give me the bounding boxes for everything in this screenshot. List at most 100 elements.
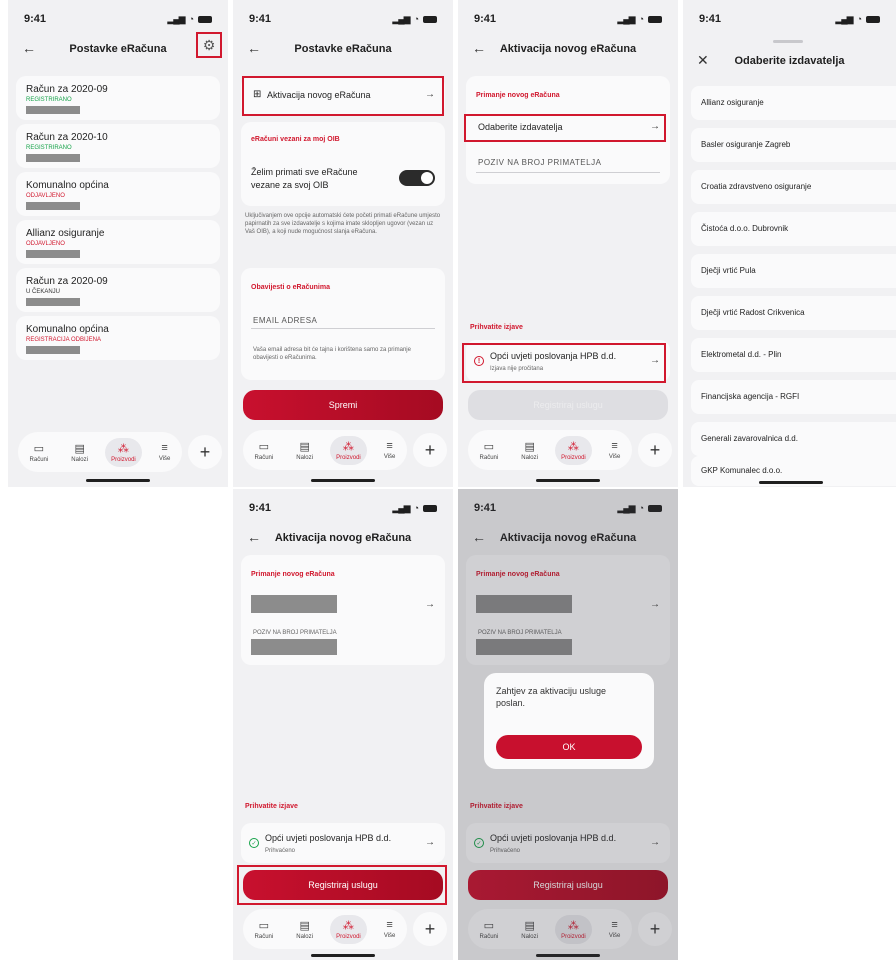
oib-toggle[interactable] <box>399 170 435 186</box>
tab-vise[interactable]: ≡ Više <box>378 436 402 464</box>
list-item[interactable]: Generali zavarovalnica d.d. <box>691 422 896 456</box>
home-indicator <box>311 954 375 957</box>
bottom-tab-bar: ▭ Računi ▤ Nalozi ⁂ Proizvodi ≡ Više <box>18 432 182 472</box>
list-item-title: Račun za 2020-10 <box>26 132 108 143</box>
list-item[interactable]: Račun za 2020-09 U ČEKANJU <box>16 268 220 312</box>
register-service-button[interactable]: Registriraj uslugu <box>468 390 668 420</box>
list-item[interactable]: Komunalno općina ODJAVLJENO <box>16 172 220 216</box>
tab-proizvodi[interactable]: ⁂ Proizvodi <box>330 435 367 465</box>
close-icon[interactable]: ✕ <box>697 52 709 69</box>
battery-icon <box>866 15 880 23</box>
masked-value <box>26 298 80 306</box>
menu-icon: ≡ <box>611 440 618 452</box>
status-bar: 9:41 ▂▄▆ ◔ <box>683 10 896 28</box>
section-title: Primanje novog eRačuna <box>476 92 560 99</box>
add-button[interactable]: + <box>413 433 447 467</box>
header: ✕ Odaberite izdavatelja <box>683 48 896 74</box>
status-badge: REGISTRACIJA ODBIJENA <box>26 337 102 343</box>
battery-icon <box>423 504 437 512</box>
list-item[interactable]: Croatia zdravstveno osiguranje <box>691 170 896 204</box>
tab-proizvodi[interactable]: ⁂ Proizvodi <box>105 437 142 467</box>
list-item[interactable]: Komunalno općina REGISTRACIJA ODBIJENA <box>16 316 220 360</box>
products-icon: ⁂ <box>342 440 354 453</box>
tab-racuni[interactable]: ▭ Računi <box>24 438 55 467</box>
terms-row[interactable]: ✓ Opći uvjeti poslovanja HPB d.d. Prihva… <box>241 823 445 863</box>
tab-racuni[interactable]: ▭ Računi <box>249 436 280 465</box>
status-time: 9:41 <box>249 502 272 514</box>
tab-nalozi[interactable]: ▤ Nalozi <box>515 436 544 465</box>
add-button[interactable]: + <box>188 435 222 469</box>
bottom-tab-bar: ▭ Računi ▤ Nalozi ⁂ Proizvodi ≡ Više <box>468 430 632 470</box>
menu-icon: ≡ <box>386 919 393 931</box>
back-arrow-icon[interactable]: ← <box>247 40 261 56</box>
list-item[interactable]: Čistoća d.o.o. Dubrovnik <box>691 212 896 246</box>
tab-vise[interactable]: ≡ Više <box>153 438 177 466</box>
back-arrow-icon[interactable]: ← <box>247 529 261 545</box>
highlight-frame <box>462 343 666 383</box>
masked-reference[interactable] <box>251 639 337 655</box>
masked-issuer[interactable] <box>251 595 337 613</box>
save-button[interactable]: Spremi <box>243 390 443 420</box>
oib-toggle-label: Želim primati sve eRačune vezane za svoj… <box>251 167 358 190</box>
signal-icon: ▂▄▆ <box>167 13 185 24</box>
oib-card: eRačuni vezani za moj OIB Želim primati … <box>241 122 445 206</box>
add-button[interactable]: + <box>638 433 672 467</box>
products-icon: ⁂ <box>342 919 354 932</box>
gear-icon[interactable]: ⚙ <box>196 32 222 58</box>
reference-number-field[interactable]: POZIV NA BROJ PRIMATELJA <box>478 158 601 167</box>
status-badge: U ČEKANJU <box>26 289 61 295</box>
list-item[interactable]: Račun za 2020-09 REGISTRIRANO <box>16 76 220 120</box>
divider <box>251 328 435 329</box>
document-icon: ▤ <box>524 440 535 453</box>
page-title: Postavke eRačuna <box>69 43 167 55</box>
list-item[interactable]: Elektrometal d.d. - Plin <box>691 338 896 372</box>
list-item[interactable]: Allianz osiguranje ODJAVLJENO <box>16 220 220 264</box>
home-indicator <box>311 479 375 482</box>
list-item[interactable]: Financijska agencija - RGFI <box>691 380 896 414</box>
highlight-frame <box>242 76 444 116</box>
tab-vise[interactable]: ≡ Više <box>378 915 402 943</box>
wifi-icon: ◔ <box>638 14 644 24</box>
screen-einvoice-settings: 9:41 ▂▄▆ ◔ ← Postavke eRačuna ⊞ Aktivacij… <box>233 0 453 487</box>
tab-nalozi[interactable]: ▤ Nalozi <box>290 915 319 944</box>
email-field[interactable]: EMAIL ADRESA <box>253 316 317 325</box>
document-icon: ▤ <box>299 919 310 932</box>
home-indicator <box>86 479 150 482</box>
highlight-frame <box>237 865 447 905</box>
list-item[interactable]: Allianz osiguranje <box>691 86 896 120</box>
list-item[interactable]: Basler osiguranje Zagreb <box>691 128 896 162</box>
list-item[interactable]: Dječji vrtić Radost Crikvenica <box>691 296 896 330</box>
signal-icon: ▂▄▆ <box>392 13 410 24</box>
masked-value <box>26 250 80 258</box>
tab-nalozi[interactable]: ▤ Nalozi <box>65 438 94 467</box>
home-indicator <box>536 479 600 482</box>
back-arrow-icon[interactable]: ← <box>22 40 36 56</box>
back-arrow-icon[interactable]: ← <box>472 40 486 56</box>
signal-icon: ▂▄▆ <box>392 502 410 513</box>
masked-value <box>26 202 80 210</box>
list-item-title: Komunalno općina <box>26 324 109 335</box>
list-item[interactable]: Račun za 2020-10 REGISTRIRANO <box>16 124 220 168</box>
tab-racuni[interactable]: ▭ Računi <box>474 436 505 465</box>
home-indicator <box>759 481 823 484</box>
battery-icon <box>423 15 437 23</box>
sheet-grabber[interactable] <box>773 40 803 43</box>
list-item[interactable]: Dječji vrtić Pula <box>691 254 896 288</box>
tab-racuni[interactable]: ▭ Računi <box>249 915 280 944</box>
menu-icon: ≡ <box>161 442 168 454</box>
tab-proizvodi[interactable]: ⁂ Proizvodi <box>330 914 367 944</box>
add-button[interactable]: + <box>413 912 447 946</box>
terms-label: Opći uvjeti poslovanja HPB d.d. <box>265 833 392 843</box>
screen-einvoice-settings-list: 9:41 ▂▄▆ ◔ ← Postavke eRačuna ⚙ Račun za … <box>8 0 228 487</box>
status-bar: 9:41 ▂▄▆ ◔ <box>233 10 453 28</box>
menu-icon: ≡ <box>386 440 393 452</box>
tab-vise[interactable]: ≡ Više <box>603 436 627 464</box>
tab-nalozi[interactable]: ▤ Nalozi <box>290 436 319 465</box>
tab-proizvodi[interactable]: ⁂ Proizvodi <box>555 435 592 465</box>
products-icon: ⁂ <box>567 440 579 453</box>
bottom-tab-bar: ▭ Računi ▤ Nalozi ⁂ Proizvodi ≡ Više <box>243 430 407 470</box>
arrow-right-icon: → <box>425 837 435 848</box>
wifi-icon: ◔ <box>413 14 419 24</box>
highlight-frame <box>464 114 666 142</box>
ok-button[interactable]: OK <box>496 735 642 759</box>
